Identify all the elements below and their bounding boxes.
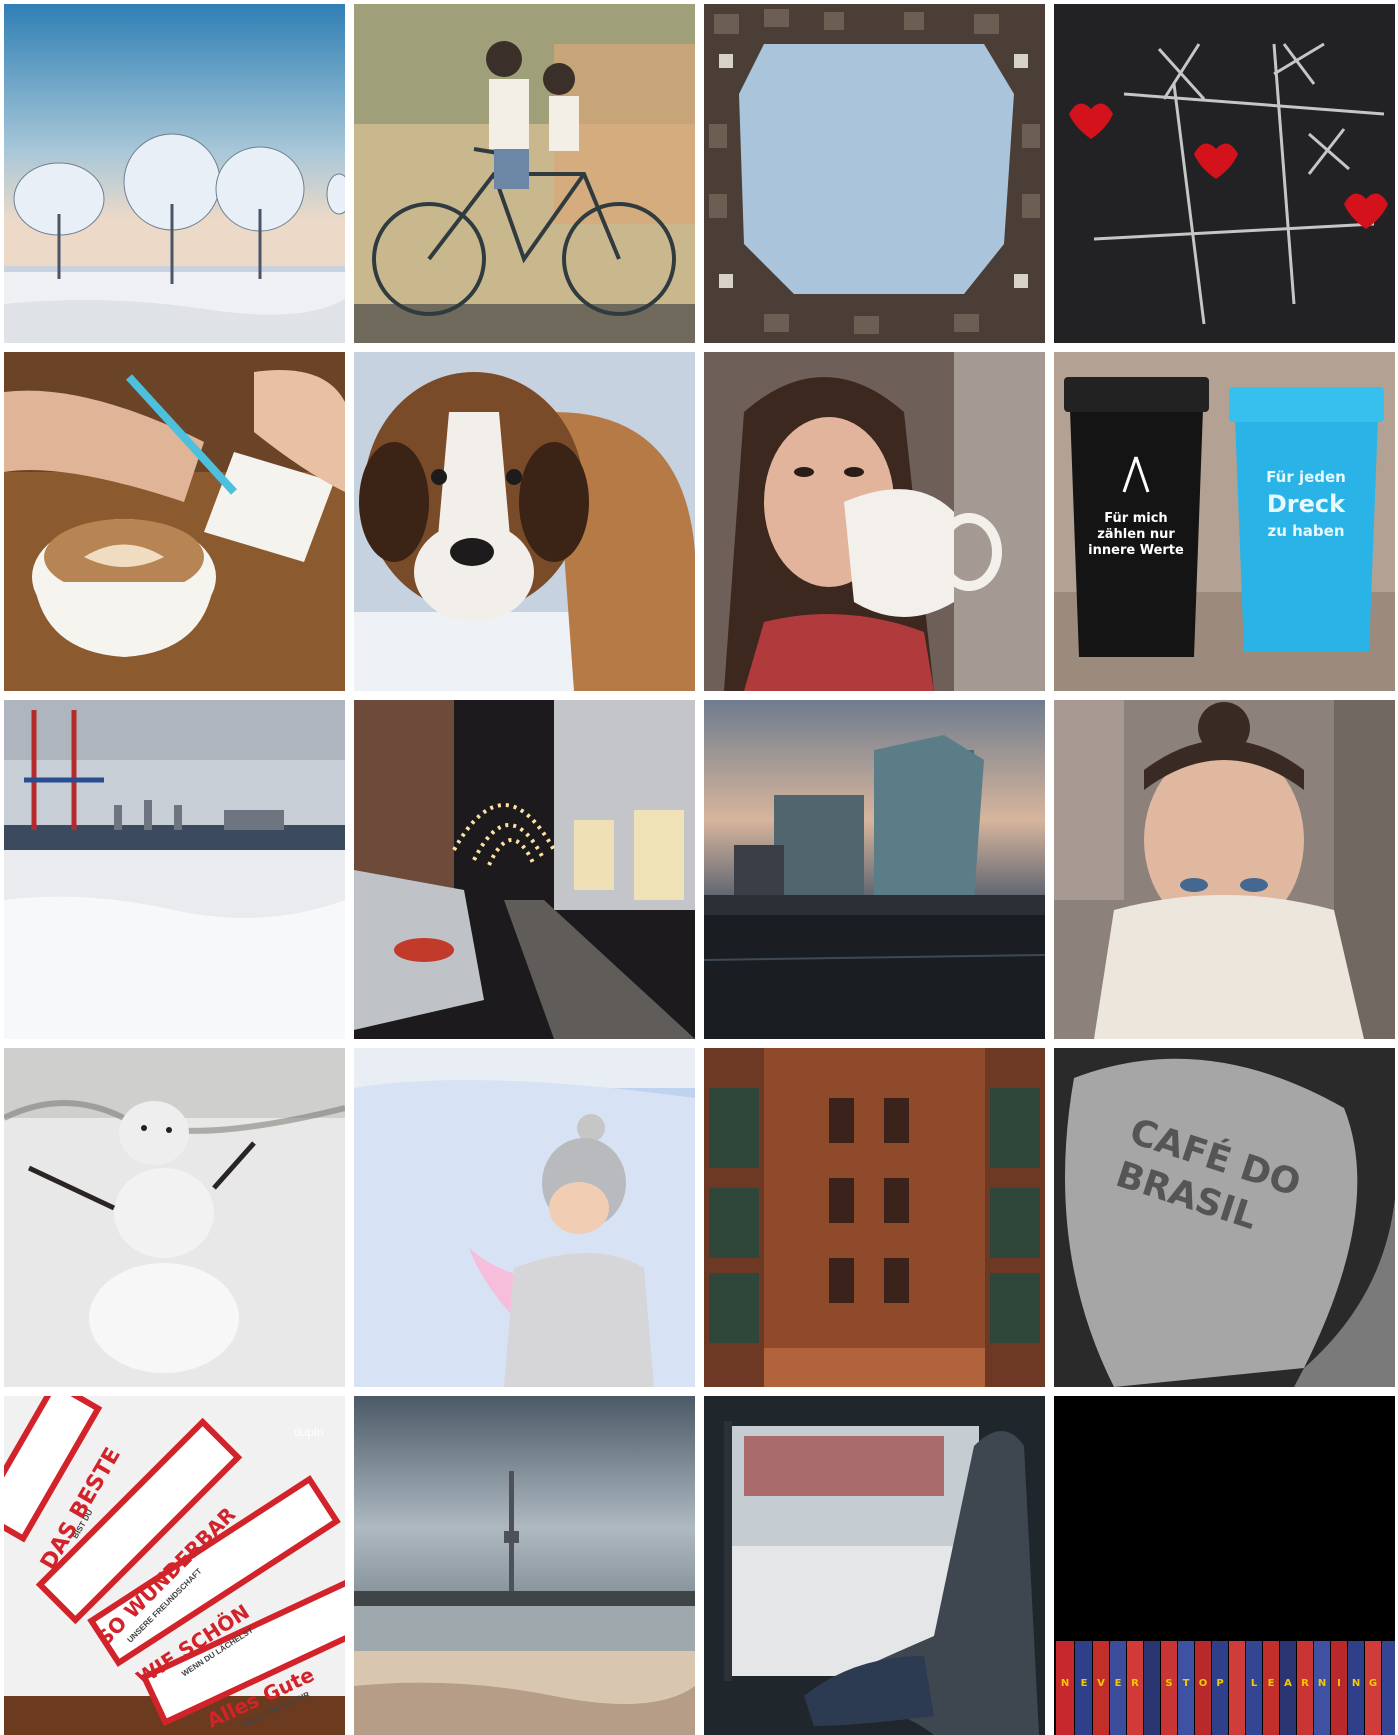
book-letter-6: S [1165,1678,1172,1689]
book-letter-1: N [1061,1678,1069,1689]
photo-tile-snowy-dog[interactable] [354,352,695,691]
bin-black-line-2: zählen nur [1097,527,1175,542]
photo-tile-child-in-snow[interactable] [354,1048,695,1387]
woman-with-mug-image [704,352,1045,691]
book-letter-13: R [1301,1678,1309,1689]
snowman-image [4,1048,345,1387]
book-letter-2: E [1081,1678,1088,1689]
book-letter-12: A [1284,1678,1292,1689]
cappuccino-writing-image [4,352,345,691]
photo-tile-book-spines[interactable]: N E V E R S T O P L E A R N I N G [1054,1396,1395,1735]
bin-blue-line-2: Dreck [1267,490,1346,518]
photo-tile-glass-office-buildings[interactable] [704,700,1045,1039]
photo-tile-chocolate-bars[interactable]: DAS BESTE SO WUNDERBAR WIE SCHÖN Alles G… [4,1396,345,1735]
bin-blue-line-3: zu haben [1267,522,1344,540]
photo-tile-brick-warehouse[interactable] [704,1048,1045,1387]
tv-tower-lake-image [354,1396,695,1735]
bin-black-line-1: Für mich [1104,511,1167,526]
book-letter-4: E [1115,1678,1122,1689]
book-letter-5: R [1131,1678,1139,1689]
photo-tile-woman-sweater[interactable] [1054,700,1395,1039]
book-spines-image: N E V E R S T O P L E A R N I N G [1054,1396,1395,1735]
street-lights-image [354,700,695,1039]
bin-black-line-3: innere Werte [1088,543,1184,558]
photo-tile-woman-window[interactable] [704,1396,1045,1735]
photo-tile-tic-tac-toe-hearts[interactable] [1054,4,1395,343]
tic-tac-toe-hearts-image [1054,4,1395,343]
photo-tile-woman-with-mug[interactable] [704,352,1045,691]
book-letter-11: E [1268,1678,1275,1689]
bicycle-mural-image [354,4,695,343]
brick-warehouse-image [704,1048,1045,1387]
book-letter-3: V [1097,1678,1105,1689]
photo-tile-street-lights[interactable] [354,700,695,1039]
glass-office-buildings-image [704,700,1045,1039]
bin-blue-line-1: Für jeden [1266,468,1346,486]
book-letter-8: O [1199,1678,1208,1689]
frosted-trees-image [4,4,345,343]
book-letter-17: G [1369,1678,1377,1689]
book-letter-9: P [1216,1678,1223,1689]
woman-window-image [704,1396,1045,1735]
photo-tile-courtyard-sky[interactable] [704,4,1045,343]
photo-tile-frosted-trees[interactable] [4,4,345,343]
photo-tile-bicycle-mural[interactable] [354,4,695,343]
photo-tile-coffee-sack[interactable]: CAFÉ DO BRASIL [1054,1048,1395,1387]
trash-bins-image: Für mich zählen nur innere Werte Für jed… [1054,352,1395,691]
book-letter-15: I [1337,1678,1341,1689]
courtyard-sky-image [704,4,1045,343]
photo-tile-tv-tower-lake[interactable] [354,1396,695,1735]
photo-tile-snowman[interactable] [4,1048,345,1387]
snowy-dog-image [354,352,695,691]
woman-sweater-image [1054,700,1395,1039]
photo-tile-trash-bins[interactable]: Für mich zählen nur innere Werte Für jed… [1054,352,1395,691]
frozen-harbor-image [4,700,345,1039]
brand-label: duplo [294,1425,324,1439]
book-letter-14: N [1318,1678,1326,1689]
book-letter-10: L [1251,1678,1258,1689]
photo-tile-frozen-harbor[interactable] [4,700,345,1039]
book-letter-16: N [1352,1678,1360,1689]
chocolate-bars-image: DAS BESTE SO WUNDERBAR WIE SCHÖN Alles G… [4,1396,345,1735]
book-letter-7: T [1183,1678,1190,1689]
photo-tile-cappuccino-writing[interactable] [4,352,345,691]
child-in-snow-image [354,1048,695,1387]
photo-gallery-grid: Für mich zählen nur innere Werte Für jed… [0,0,1398,1735]
coffee-sack-image: CAFÉ DO BRASIL [1054,1048,1395,1387]
